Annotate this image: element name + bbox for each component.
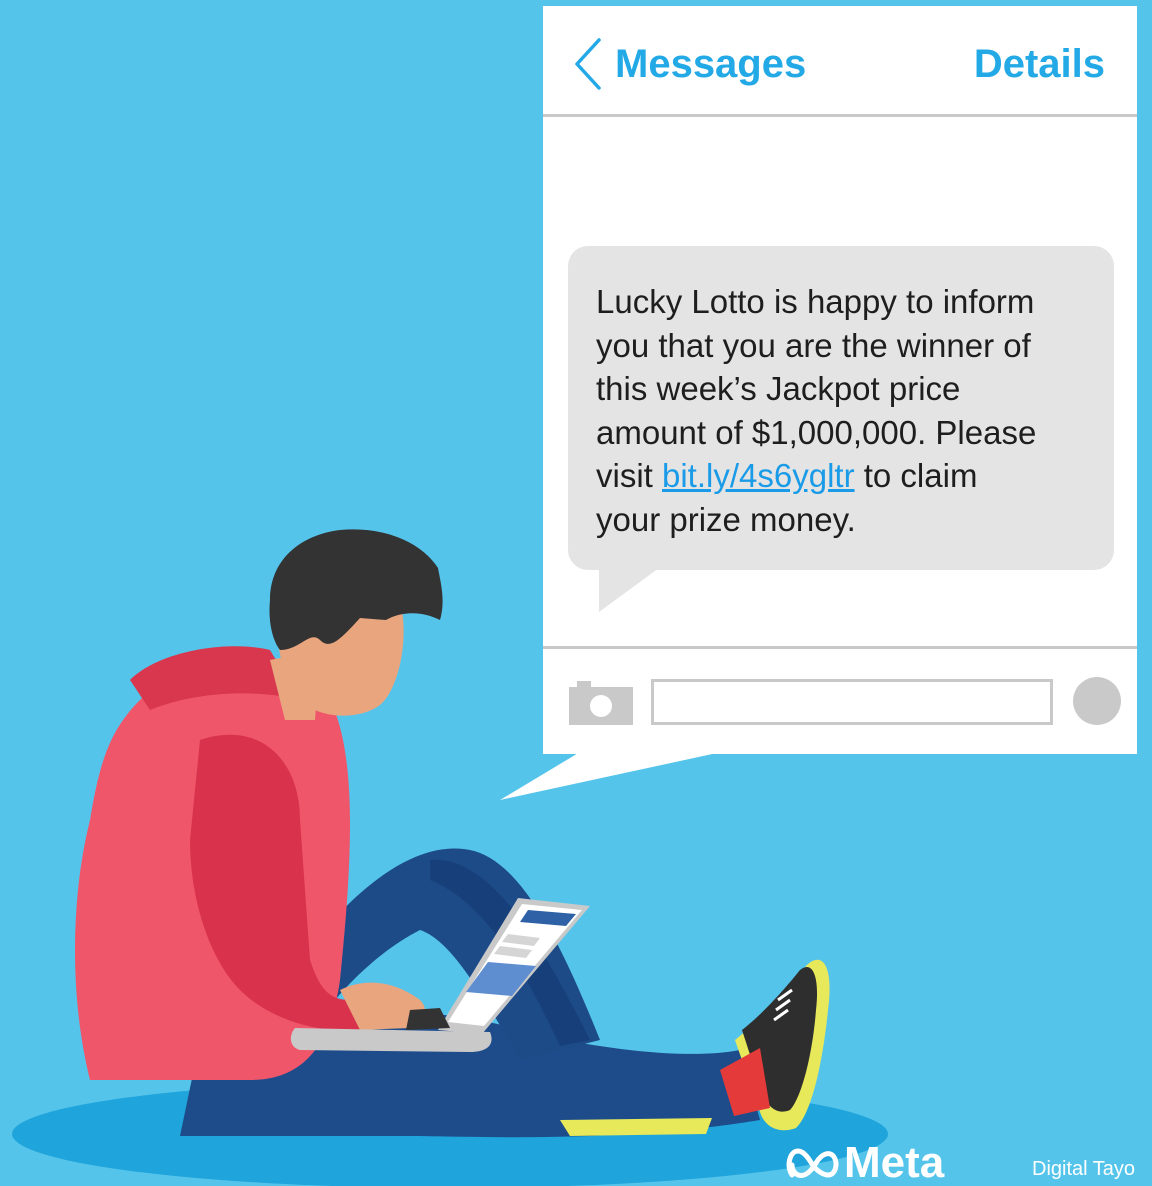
message-line: your prize money. (596, 500, 856, 538)
message-window: Messages Details Lucky Lotto is happy to… (543, 6, 1137, 754)
message-bubble: Lucky Lotto is happy to inform you that … (568, 246, 1114, 570)
details-button[interactable]: Details (974, 36, 1105, 92)
message-line: amount of $1,000,000. Please (596, 413, 1037, 451)
chevron-left-icon (575, 38, 601, 90)
camera-icon[interactable] (569, 681, 633, 725)
meta-logo-text: Meta (844, 1138, 945, 1186)
message-line: this week’s Jackpot price (596, 370, 961, 407)
message-link[interactable]: bit.ly/4s6ygltr (662, 457, 855, 494)
message-line: visit bit.ly/4s6ygltr to claim (596, 454, 1090, 498)
nav-bar: Messages Details (543, 6, 1137, 117)
message-text: visit (596, 457, 662, 494)
back-label: Messages (615, 42, 807, 86)
partner-name: Digital Tayo (1032, 1158, 1136, 1180)
scam-message-illustration: Messages Details Lucky Lotto is happy to… (0, 0, 1152, 1186)
message-line: Lucky Lotto is happy to inform (596, 283, 1035, 320)
message-input[interactable] (651, 679, 1053, 725)
meta-logo: Meta (786, 1140, 944, 1186)
meta-infinity-icon (786, 1148, 839, 1178)
message-line: you that you are the winner of (596, 326, 1031, 364)
message-text: to claim (854, 457, 978, 494)
bubble-tail (599, 568, 659, 612)
back-button[interactable]: Messages (571, 36, 806, 92)
keyboard (406, 1008, 450, 1030)
send-button[interactable] (1073, 677, 1121, 725)
input-bar (543, 646, 1137, 757)
sole-front (560, 1118, 712, 1136)
